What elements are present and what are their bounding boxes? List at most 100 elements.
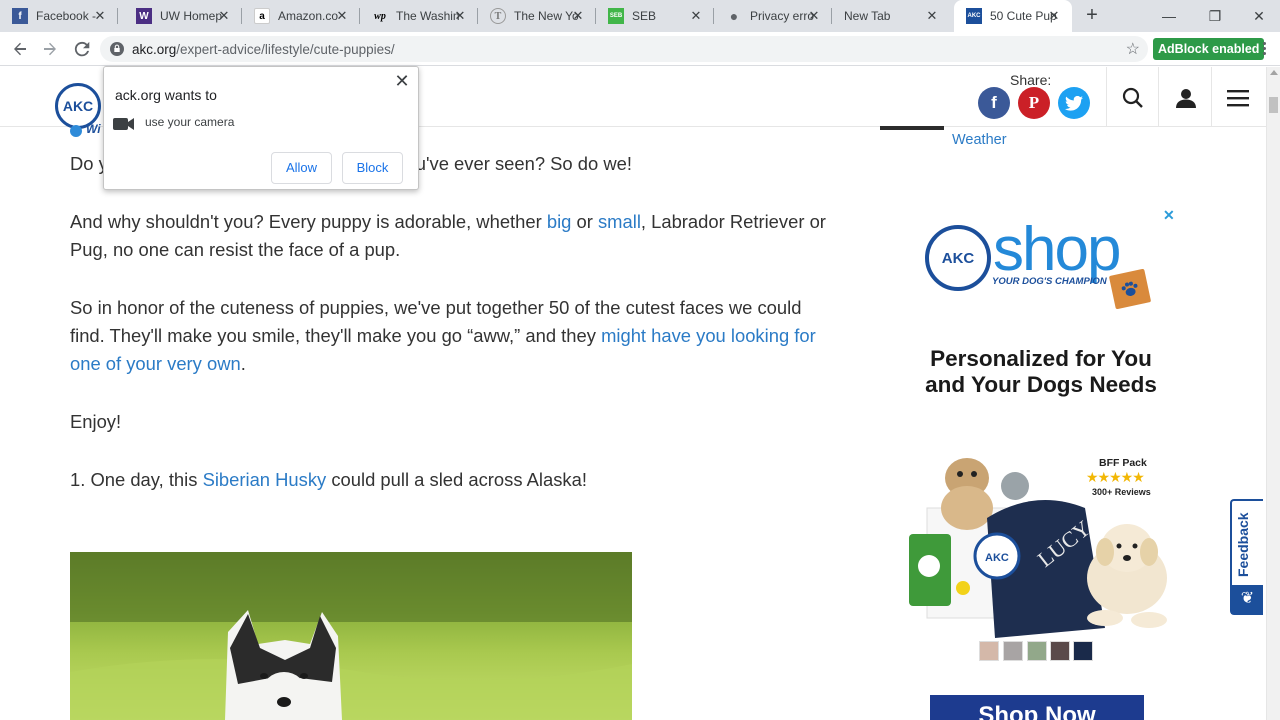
globe-icon: ● [729,8,739,24]
husky-puppy-image [70,552,632,720]
article-text: And why shouldn't you? Every puppy is ad… [70,211,547,232]
list-item-heading: 1. One day, this Siberian Husky could pu… [70,466,830,494]
header-divider [1106,67,1107,127]
user-account-icon[interactable] [1171,83,1201,113]
close-tab-icon[interactable]: ✕ [92,8,108,24]
new-tab-button[interactable]: + [1080,4,1104,28]
close-icon[interactable]: ✕ [392,71,412,91]
sidebar-thumbnail[interactable] [880,126,944,130]
close-tab-icon[interactable]: ✕ [924,8,940,24]
color-swatch[interactable] [1050,641,1070,661]
ad-close-icon[interactable]: ✕ [1163,207,1175,224]
close-tab-icon[interactable]: ✕ [1046,8,1062,24]
washington-post-icon: wp [374,10,386,22]
article-paragraph: And why shouldn't you? Every puppy is ad… [70,208,830,264]
bff-pack-title: BFF Pack [1099,457,1147,469]
browser-menu-icon[interactable] [1258,42,1270,56]
adblock-extension-badge[interactable]: AdBlock enabled [1153,38,1265,60]
rating-stars-icon: ★★★★★ [1086,469,1145,485]
article-text: could pull a sled across Alaska! [326,469,587,490]
lock-icon[interactable] [110,42,124,56]
twitter-share-icon[interactable] [1058,87,1090,119]
article-paragraph: So in honor of the cuteness of puppies, … [70,294,830,378]
tab-strip: f Facebook - ✕ W UW Homep ✕ a Amazon.co … [0,0,1280,32]
logo-tag-fragment: Wi [86,122,101,136]
husky-puppy-photo [70,552,632,720]
tab-new-tab[interactable]: New Tab ✕ [832,0,950,32]
big-dogs-link[interactable]: big [547,211,572,232]
block-button[interactable]: Block [342,152,403,184]
reload-icon [74,41,90,57]
color-swatch[interactable] [1003,641,1023,661]
facebook-share-icon[interactable]: f [978,87,1010,119]
tab-washington-post[interactable]: wp The Washin ✕ [360,0,478,32]
back-button[interactable] [8,37,32,61]
shopping-bag-icon [1108,268,1152,310]
header-divider [1211,67,1212,127]
pinterest-share-icon[interactable]: P [1018,87,1050,119]
close-tab-icon[interactable]: ✕ [806,8,822,24]
close-tab-icon[interactable]: ✕ [570,8,586,24]
tab-cute-puppies[interactable]: AKC 50 Cute Pup ✕ [954,0,1072,32]
shop-now-button[interactable]: Shop Now [930,695,1144,720]
feedback-tab[interactable]: Feedback ❦ [1230,499,1263,615]
tab-uw[interactable]: W UW Homep ✕ [124,0,242,32]
ad-headline[interactable]: Personalized for You and Your Dogs Needs [910,346,1172,398]
color-swatch[interactable] [1027,641,1047,661]
small-dogs-link[interactable]: small [598,211,641,232]
tab-privacy-error[interactable]: ● Privacy erro ✕ [714,0,832,32]
page-scrollbar[interactable] [1266,67,1280,720]
close-tab-icon[interactable]: ✕ [452,8,468,24]
allow-button[interactable]: Allow [271,152,332,184]
svg-text:AKC: AKC [985,552,1009,564]
address-bar[interactable]: akc.org/expert-advice/lifestyle/cute-pup… [100,36,1148,62]
akc-seal-logo[interactable]: AKC [925,225,991,291]
nytimes-icon: T [490,8,506,24]
maximize-button[interactable]: ❐ [1192,0,1238,32]
minimize-button[interactable]: — [1146,0,1192,32]
camera-permission-dialog: ack.org wants to ✕ use your camera Allow… [103,66,419,190]
tab-nytimes[interactable]: T The New Yo ✕ [478,0,596,32]
scrollbar-thumb[interactable] [1269,97,1278,113]
hamburger-menu-icon[interactable] [1223,83,1253,113]
ad-tagline: YOUR DOG'S CHAMPION [992,276,1107,287]
article-text: . [240,353,246,374]
article-text: Enjoy! [70,411,122,432]
twitter-bird-icon [1065,95,1083,111]
search-icon[interactable] [1118,83,1148,113]
uw-icon: W [136,8,152,24]
close-tab-icon[interactable]: ✕ [688,8,704,24]
forward-arrow-icon [44,42,56,56]
tab-amazon[interactable]: a Amazon.co ✕ [242,0,360,32]
article-text: 1. One day, this [70,469,203,490]
browser-toolbar: akc.org/expert-advice/lifestyle/cute-pup… [0,32,1280,66]
camera-icon [113,118,134,130]
ad-shop-wordmark[interactable]: shop [993,214,1121,285]
article-paragraph: Enjoy! [70,408,830,436]
weather-link[interactable]: Weather [952,132,1007,148]
url-text: akc.org/expert-advice/lifestyle/cute-pup… [132,42,395,57]
tab-seb[interactable]: SEB SEB ✕ [596,0,714,32]
back-arrow-icon [14,42,26,56]
close-window-button[interactable]: ✕ [1236,0,1280,32]
close-tab-icon[interactable]: ✕ [334,8,350,24]
paw-print-icon [1121,281,1138,296]
amazon-icon: a [254,8,270,24]
close-tab-icon[interactable]: ✕ [216,8,232,24]
siberian-husky-link[interactable]: Siberian Husky [203,469,327,490]
url-path: /expert-advice/lifestyle/cute-puppies/ [176,42,395,57]
tab-title: New Tab [844,9,891,23]
share-label: Share: [1010,72,1052,88]
reload-button[interactable] [70,37,94,61]
feedback-label: Feedback [1235,512,1251,578]
article-text: or [571,211,598,232]
scroll-up-arrow-icon[interactable] [1270,70,1278,75]
bookmark-star-icon[interactable]: ☆ [1126,39,1140,59]
seb-icon: SEB [608,8,624,24]
color-swatch[interactable] [979,641,999,661]
akc-logo-badge-icon [70,125,82,137]
color-swatch[interactable] [1073,641,1093,661]
forward-button[interactable] [38,37,62,61]
facebook-icon: f [12,8,28,24]
tab-facebook[interactable]: f Facebook - ✕ [0,0,118,32]
